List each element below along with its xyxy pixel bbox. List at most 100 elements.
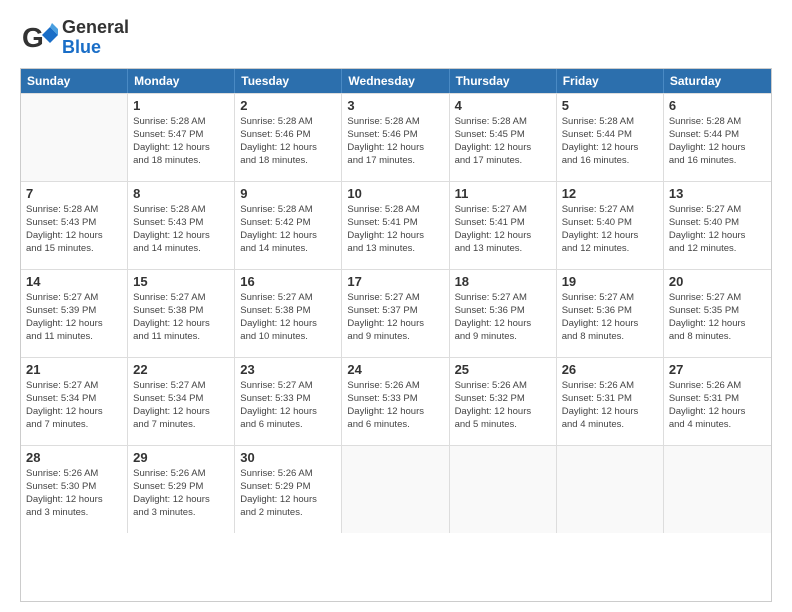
weekday-header-saturday: Saturday: [664, 69, 771, 93]
calendar-cell: 19Sunrise: 5:27 AM Sunset: 5:36 PM Dayli…: [557, 270, 664, 357]
day-info: Sunrise: 5:28 AM Sunset: 5:45 PM Dayligh…: [455, 115, 551, 168]
calendar-cell: 8 Sunrise: 5:28 AM Sunset: 5:43 PM Daylig…: [128, 182, 235, 269]
calendar-cell: 7 Sunrise: 5:28 AM Sunset: 5:43 PM Daylig…: [21, 182, 128, 269]
logo-blue-text: Blue: [62, 38, 129, 58]
calendar-cell: 29Sunrise: 5:26 AM Sunset: 5:29 PM Dayli…: [128, 446, 235, 533]
day-info: Sunrise: 5:27 AM Sunset: 5:36 PM Dayligh…: [455, 291, 551, 344]
calendar-cell: [664, 446, 771, 533]
day-number: 3: [347, 98, 443, 113]
day-info: Sunrise: 5:28 AM Sunset: 5:43 PM Dayligh…: [133, 203, 229, 256]
day-info: Sunrise: 5:27 AM Sunset: 5:38 PM Dayligh…: [240, 291, 336, 344]
day-number: 15: [133, 274, 229, 289]
page: G General Blue SundayMondayTuesdayWednes…: [0, 0, 792, 612]
calendar-cell: 21 Sunrise: 5:27 AM Sunset: 5:34 PM Dayli…: [21, 358, 128, 445]
day-info: Sunrise: 5:27 AM Sunset: 5:35 PM Dayligh…: [669, 291, 766, 344]
day-info: Sunrise: 5:28 AM Sunset: 5:46 PM Dayligh…: [240, 115, 336, 168]
weekday-header-tuesday: Tuesday: [235, 69, 342, 93]
calendar-cell: 18 Sunrise: 5:27 AM Sunset: 5:36 PM Dayli…: [450, 270, 557, 357]
day-number: 17: [347, 274, 443, 289]
day-info: Sunrise: 5:27 AM Sunset: 5:37 PM Dayligh…: [347, 291, 443, 344]
day-number: 5: [562, 98, 658, 113]
header: G General Blue: [20, 18, 772, 58]
day-number: 22: [133, 362, 229, 377]
calendar-cell: 22 Sunrise: 5:27 AM Sunset: 5:34 PM Dayli…: [128, 358, 235, 445]
logo-icon: G: [20, 19, 58, 57]
day-number: 8: [133, 186, 229, 201]
day-info: Sunrise: 5:26 AM Sunset: 5:29 PM Dayligh…: [240, 467, 336, 520]
day-number: 11: [455, 186, 551, 201]
day-number: 12: [562, 186, 658, 201]
weekday-header-wednesday: Wednesday: [342, 69, 449, 93]
day-number: 23: [240, 362, 336, 377]
day-info: Sunrise: 5:28 AM Sunset: 5:43 PM Dayligh…: [26, 203, 122, 256]
calendar-week-3: 14 Sunrise: 5:27 AM Sunset: 5:39 PM Dayli…: [21, 269, 771, 357]
day-number: 14: [26, 274, 122, 289]
calendar-cell: 16 Sunrise: 5:27 AM Sunset: 5:38 PM Dayli…: [235, 270, 342, 357]
calendar-cell: 27Sunrise: 5:26 AM Sunset: 5:31 PM Dayli…: [664, 358, 771, 445]
calendar-cell: 28Sunrise: 5:26 AM Sunset: 5:30 PM Dayli…: [21, 446, 128, 533]
calendar-cell: 11Sunrise: 5:27 AM Sunset: 5:41 PM Dayli…: [450, 182, 557, 269]
calendar-cell: 26Sunrise: 5:26 AM Sunset: 5:31 PM Dayli…: [557, 358, 664, 445]
day-info: Sunrise: 5:28 AM Sunset: 5:41 PM Dayligh…: [347, 203, 443, 256]
logo: G General Blue: [20, 18, 129, 58]
calendar-week-1: 1 Sunrise: 5:28 AM Sunset: 5:47 PM Daylig…: [21, 93, 771, 181]
day-info: Sunrise: 5:28 AM Sunset: 5:46 PM Dayligh…: [347, 115, 443, 168]
day-info: Sunrise: 5:27 AM Sunset: 5:34 PM Dayligh…: [133, 379, 229, 432]
day-info: Sunrise: 5:28 AM Sunset: 5:47 PM Dayligh…: [133, 115, 229, 168]
calendar-cell: 9 Sunrise: 5:28 AM Sunset: 5:42 PM Daylig…: [235, 182, 342, 269]
day-number: 29: [133, 450, 229, 465]
calendar-cell: 25Sunrise: 5:26 AM Sunset: 5:32 PM Dayli…: [450, 358, 557, 445]
calendar-cell: [557, 446, 664, 533]
calendar: SundayMondayTuesdayWednesdayThursdayFrid…: [20, 68, 772, 602]
calendar-cell: 15 Sunrise: 5:27 AM Sunset: 5:38 PM Dayli…: [128, 270, 235, 357]
calendar-cell: 10 Sunrise: 5:28 AM Sunset: 5:41 PM Dayli…: [342, 182, 449, 269]
calendar-cell: 5 Sunrise: 5:28 AM Sunset: 5:44 PM Daylig…: [557, 94, 664, 181]
day-number: 4: [455, 98, 551, 113]
day-number: 1: [133, 98, 229, 113]
calendar-cell: 6Sunrise: 5:28 AM Sunset: 5:44 PM Daylig…: [664, 94, 771, 181]
calendar-cell: 17 Sunrise: 5:27 AM Sunset: 5:37 PM Dayli…: [342, 270, 449, 357]
day-number: 18: [455, 274, 551, 289]
logo-name: General Blue: [62, 18, 129, 58]
weekday-header-thursday: Thursday: [450, 69, 557, 93]
day-number: 10: [347, 186, 443, 201]
day-info: Sunrise: 5:27 AM Sunset: 5:38 PM Dayligh…: [133, 291, 229, 344]
day-number: 9: [240, 186, 336, 201]
calendar-cell: 14 Sunrise: 5:27 AM Sunset: 5:39 PM Dayli…: [21, 270, 128, 357]
day-info: Sunrise: 5:26 AM Sunset: 5:31 PM Dayligh…: [562, 379, 658, 432]
weekday-header-sunday: Sunday: [21, 69, 128, 93]
day-info: Sunrise: 5:28 AM Sunset: 5:42 PM Dayligh…: [240, 203, 336, 256]
day-number: 20: [669, 274, 766, 289]
day-info: Sunrise: 5:28 AM Sunset: 5:44 PM Dayligh…: [562, 115, 658, 168]
calendar-cell: 30 Sunrise: 5:26 AM Sunset: 5:29 PM Dayli…: [235, 446, 342, 533]
day-number: 28: [26, 450, 122, 465]
day-number: 30: [240, 450, 336, 465]
day-number: 16: [240, 274, 336, 289]
day-info: Sunrise: 5:27 AM Sunset: 5:36 PM Dayligh…: [562, 291, 658, 344]
day-number: 24: [347, 362, 443, 377]
day-info: Sunrise: 5:27 AM Sunset: 5:40 PM Dayligh…: [562, 203, 658, 256]
calendar-cell: 20 Sunrise: 5:27 AM Sunset: 5:35 PM Dayli…: [664, 270, 771, 357]
day-info: Sunrise: 5:27 AM Sunset: 5:34 PM Dayligh…: [26, 379, 122, 432]
calendar-cell: 24Sunrise: 5:26 AM Sunset: 5:33 PM Dayli…: [342, 358, 449, 445]
calendar-cell: [450, 446, 557, 533]
calendar-header: SundayMondayTuesdayWednesdayThursdayFrid…: [21, 69, 771, 93]
day-number: 7: [26, 186, 122, 201]
calendar-week-4: 21 Sunrise: 5:27 AM Sunset: 5:34 PM Dayli…: [21, 357, 771, 445]
logo-general-text: General: [62, 18, 129, 38]
calendar-cell: 1 Sunrise: 5:28 AM Sunset: 5:47 PM Daylig…: [128, 94, 235, 181]
calendar-cell: 2 Sunrise: 5:28 AM Sunset: 5:46 PM Daylig…: [235, 94, 342, 181]
calendar-cell: 23 Sunrise: 5:27 AM Sunset: 5:33 PM Dayli…: [235, 358, 342, 445]
day-info: Sunrise: 5:27 AM Sunset: 5:39 PM Dayligh…: [26, 291, 122, 344]
day-info: Sunrise: 5:27 AM Sunset: 5:33 PM Dayligh…: [240, 379, 336, 432]
day-number: 21: [26, 362, 122, 377]
day-number: 2: [240, 98, 336, 113]
calendar-body: 1 Sunrise: 5:28 AM Sunset: 5:47 PM Daylig…: [21, 93, 771, 533]
weekday-header-friday: Friday: [557, 69, 664, 93]
day-info: Sunrise: 5:27 AM Sunset: 5:40 PM Dayligh…: [669, 203, 766, 256]
calendar-cell: 4 Sunrise: 5:28 AM Sunset: 5:45 PM Daylig…: [450, 94, 557, 181]
day-number: 27: [669, 362, 766, 377]
day-number: 13: [669, 186, 766, 201]
day-number: 6: [669, 98, 766, 113]
calendar-cell: [21, 94, 128, 181]
